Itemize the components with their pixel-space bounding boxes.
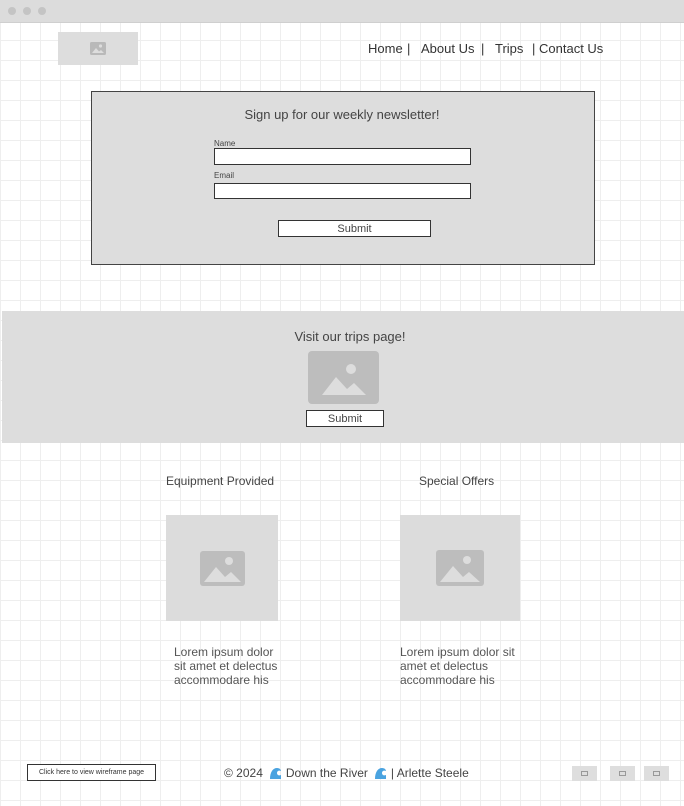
nav-trips[interactable]: Trips — [495, 41, 523, 56]
window-titlebar — [0, 0, 684, 23]
wave-icon — [269, 767, 281, 779]
social-link-2[interactable] — [610, 766, 635, 781]
equipment-text: Lorem ipsum dolor sit amet et delectus a… — [174, 645, 278, 687]
trips-title: Visit our trips page! — [294, 329, 406, 344]
nav-about[interactable]: About Us — [421, 41, 474, 56]
wireframe-link[interactable]: Click here to view wireframe page — [27, 764, 156, 781]
offers-title: Special Offers — [419, 474, 495, 488]
copyright-text: © 2024 — [224, 766, 263, 780]
image-placeholder-icon — [436, 550, 484, 586]
author-name: | Arlette Steele — [390, 766, 469, 780]
newsletter-title: Sign up for our weekly newsletter! — [244, 107, 440, 122]
image-placeholder-icon — [199, 550, 245, 586]
email-label: Email — [214, 171, 235, 180]
image-placeholder-icon — [90, 42, 106, 55]
wave-icon — [374, 767, 386, 779]
nav-contact[interactable]: Contact Us — [539, 41, 603, 56]
social-icon — [581, 771, 588, 776]
name-label: Name — [214, 139, 236, 148]
social-link-3[interactable] — [644, 766, 669, 781]
image-placeholder-icon — [321, 363, 366, 395]
nav-separator: | — [481, 41, 485, 56]
social-icon — [653, 771, 660, 776]
equipment-image — [166, 515, 278, 621]
nav-separator: | — [407, 41, 411, 56]
window-close-dot[interactable] — [8, 7, 16, 15]
name-input[interactable] — [214, 148, 471, 165]
trips-image — [308, 351, 379, 404]
window-minimize-dot[interactable] — [23, 7, 31, 15]
nav-home[interactable]: Home — [368, 41, 403, 56]
equipment-title: Equipment Provided — [166, 474, 275, 488]
nav-separator: | — [532, 41, 536, 56]
email-input[interactable] — [214, 183, 471, 199]
site-logo[interactable] — [58, 32, 138, 65]
brand-name: Down the River — [285, 766, 368, 780]
footer-credit: © 2024 Down the River | Arlette Steele — [224, 766, 469, 780]
newsletter-submit-button[interactable]: Submit — [278, 220, 431, 237]
social-link-1[interactable] — [572, 766, 597, 781]
window-maximize-dot[interactable] — [38, 7, 46, 15]
social-icon — [619, 771, 626, 776]
offers-image — [400, 515, 520, 621]
trips-submit-button[interactable]: Submit — [306, 410, 384, 427]
offers-text: Lorem ipsum dolor sit amet et delectus a… — [400, 645, 515, 687]
